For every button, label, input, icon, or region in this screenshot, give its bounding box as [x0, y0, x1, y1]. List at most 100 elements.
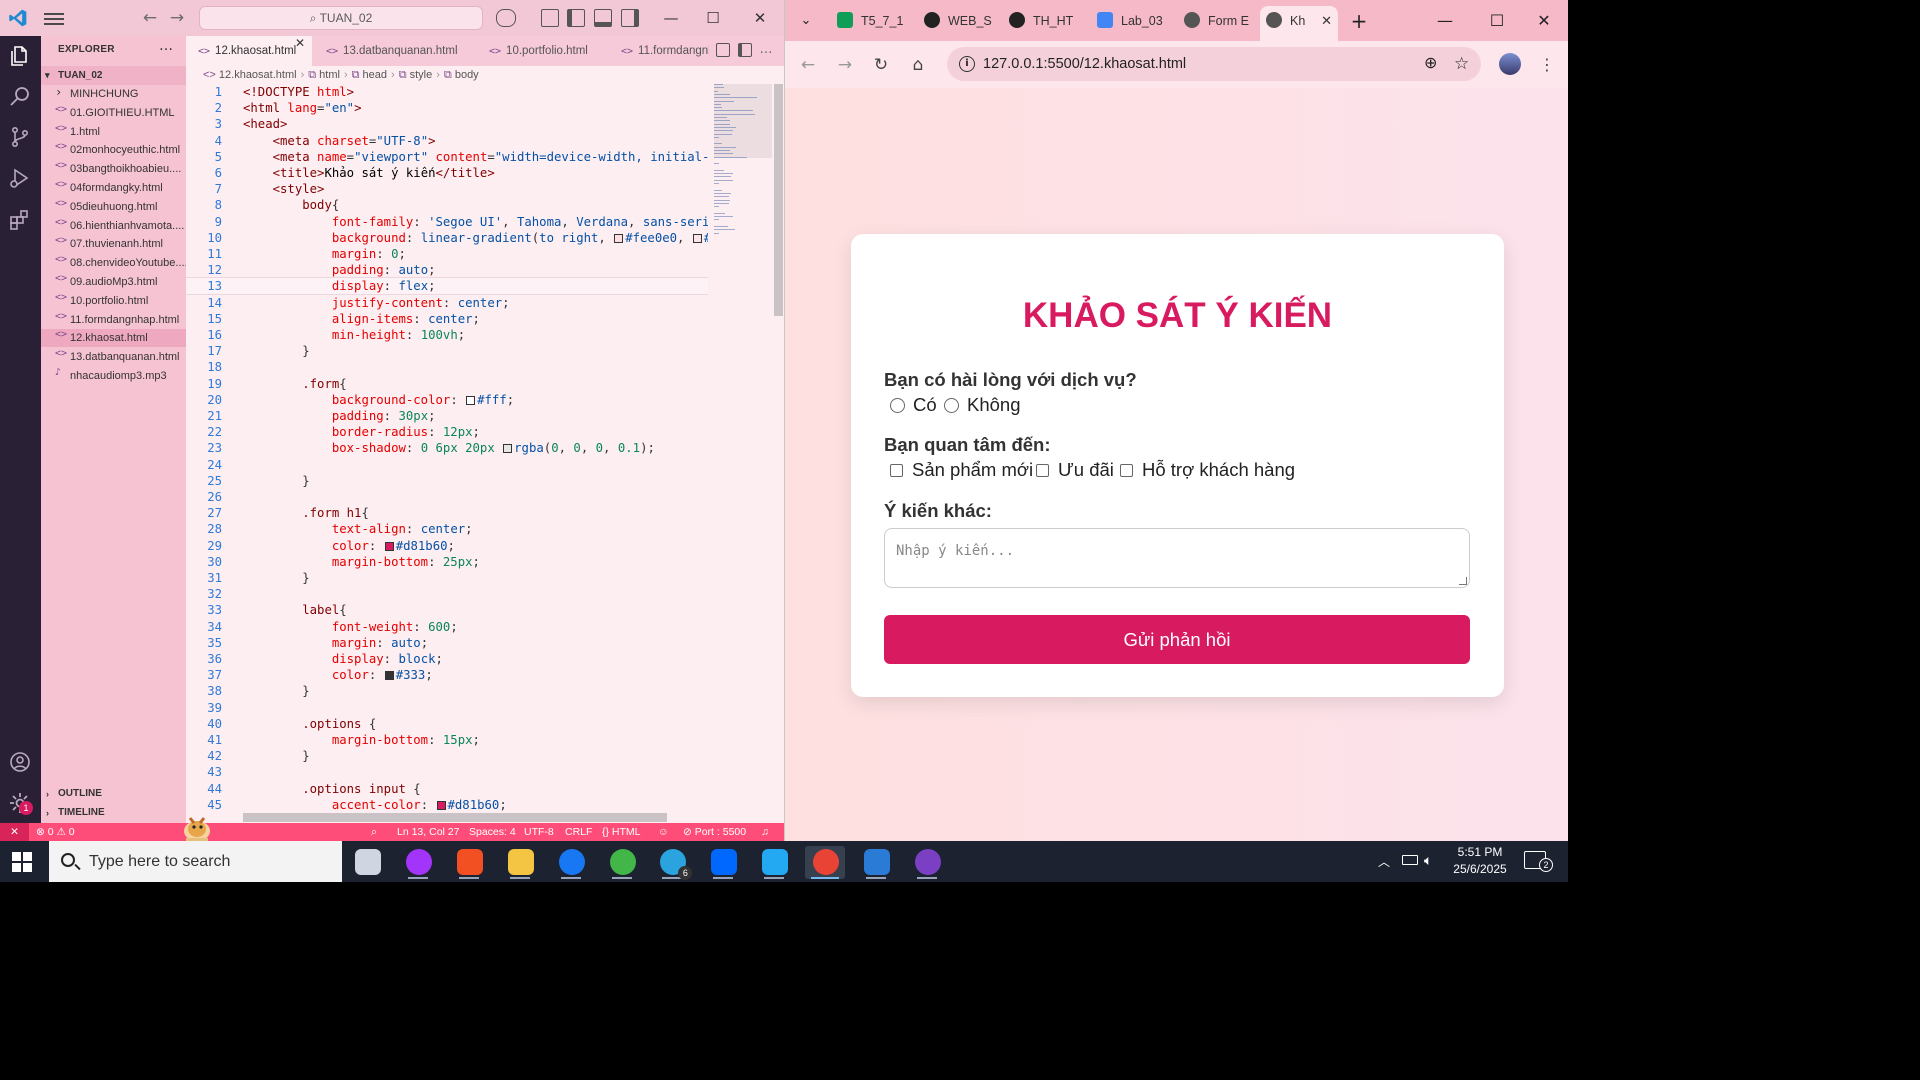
cursor-position[interactable]: Ln 13, Col 27	[397, 823, 459, 841]
source-control-icon[interactable]	[8, 125, 32, 149]
tab-close-icon[interactable]: ✕	[295, 36, 305, 50]
code-line[interactable]: 24	[186, 457, 708, 473]
copilot-icon[interactable]	[496, 9, 516, 27]
color-swatch-icon[interactable]	[436, 800, 446, 810]
vertical-scrollbar[interactable]	[774, 84, 783, 316]
color-swatch-icon[interactable]	[384, 541, 394, 551]
code-line[interactable]: 15 align-items: center;	[186, 311, 708, 327]
code-line[interactable]: 37 color: #333;	[186, 667, 708, 683]
code-line[interactable]: 31 }	[186, 570, 708, 586]
checkbox-box[interactable]	[1120, 464, 1133, 477]
facebook-taskbar-button[interactable]	[551, 846, 591, 879]
maximize-icon[interactable]: ☐	[701, 6, 725, 30]
code-line[interactable]: 32	[186, 586, 708, 602]
battery-icon[interactable]	[1402, 855, 1418, 865]
taskbar-search[interactable]: Type here to search	[49, 841, 342, 882]
site-info-icon[interactable]: i	[959, 56, 975, 72]
minimize-icon[interactable]: —	[659, 6, 683, 30]
editor-more-icon[interactable]: …	[757, 40, 775, 60]
code-line[interactable]: 6 <title>Khảo sát ý kiến</title>	[186, 165, 708, 181]
code-line[interactable]: 30 margin-bottom: 25px;	[186, 554, 708, 570]
code-line[interactable]: 33 label{	[186, 602, 708, 618]
address-bar[interactable]: i 127.0.0.1:5500/12.khaosat.html ⊕ ☆	[947, 47, 1481, 81]
zoom-icon[interactable]: ⌕	[371, 823, 377, 841]
file-item[interactable]: ♪ nhacaudiomp3.mp3	[41, 367, 186, 385]
browser-tab[interactable]: Form E	[1178, 8, 1258, 34]
file-item[interactable]: <> 06.hienthianhvamota....	[41, 217, 186, 235]
workspace-folder[interactable]: ▾ TUAN_02	[41, 66, 186, 85]
github-desktop-taskbar-button[interactable]	[907, 846, 947, 879]
toggle-panel-icon[interactable]	[594, 9, 612, 27]
new-tab-icon[interactable]: +	[1346, 8, 1372, 34]
file-item[interactable]: <> 05dieuhuong.html	[41, 198, 186, 216]
breadcrumb-item[interactable]: body	[455, 69, 479, 81]
more-menu-icon[interactable]: ⋮	[1535, 53, 1559, 77]
code-line[interactable]: 26	[186, 489, 708, 505]
volume-icon[interactable]: 🔈︎	[1424, 852, 1432, 869]
code-line[interactable]: 28 text-align: center;	[186, 521, 708, 537]
command-center-search[interactable]: ⌕ TUAN_02	[199, 6, 483, 30]
breadcrumb-item[interactable]: head	[363, 69, 387, 81]
file-item[interactable]: <> 02monhocyeuthic.html	[41, 141, 186, 159]
menu-icon[interactable]	[44, 10, 64, 26]
tab-12-khaosat[interactable]: <> 12.khaosat.html ✕	[186, 36, 312, 66]
forward-arrow-icon[interactable]: →	[833, 53, 857, 77]
code-line[interactable]: 43	[186, 764, 708, 780]
profile-avatar[interactable]	[1499, 53, 1521, 75]
file-item[interactable]: <> 07.thuvienanh.html	[41, 235, 186, 253]
feedback-textarea[interactable]: Nhập ý kiến...	[884, 528, 1470, 588]
code-line[interactable]: 23 box-shadow: 0 6px 20px rgba(0, 0, 0, …	[186, 440, 708, 456]
submit-button[interactable]: Gửi phản hồi	[884, 615, 1470, 664]
close-icon[interactable]: ✕	[748, 6, 772, 30]
code-line[interactable]: 39	[186, 700, 708, 716]
back-arrow-icon[interactable]: ←	[796, 53, 820, 77]
code-line[interactable]: 12 padding: auto;	[186, 262, 708, 278]
code-line[interactable]: 38 }	[186, 683, 708, 699]
file-item[interactable]: <> 10.portfolio.html	[41, 292, 186, 310]
color-swatch-icon[interactable]	[503, 444, 513, 454]
code-line[interactable]: 5 <meta name="viewport" content="width=d…	[186, 149, 708, 165]
file-explorer-taskbar-button[interactable]	[500, 846, 540, 879]
remote-indicator-icon[interactable]: ✕	[0, 823, 29, 841]
toggle-secondary-sidebar-icon[interactable]	[621, 9, 639, 27]
task-view-taskbar-button[interactable]	[347, 846, 387, 879]
code-line[interactable]: 29 color: #d81b60;	[186, 538, 708, 554]
bookmark-star-icon[interactable]: ☆	[1454, 47, 1469, 81]
code-line[interactable]: 42 }	[186, 748, 708, 764]
file-item[interactable]: <> 01.GIOITHIEU.HTML	[41, 104, 186, 122]
indentation[interactable]: Spaces: 4	[469, 823, 516, 841]
radio-yes[interactable]: Có	[890, 394, 937, 416]
account-icon[interactable]	[8, 750, 32, 774]
code-line[interactable]: 8 body{	[186, 197, 708, 213]
clock[interactable]: 5:51 PM 25/6/2025	[1448, 844, 1512, 878]
encoding[interactable]: UTF-8	[524, 823, 554, 841]
file-item[interactable]: <> 13.datbanquanan.html	[41, 348, 186, 366]
back-arrow-icon[interactable]: ←	[141, 8, 159, 28]
code-line[interactable]: 36 display: block;	[186, 651, 708, 667]
code-line[interactable]: 22 border-radius: 12px;	[186, 424, 708, 440]
file-item[interactable]: <> 03bangthoikhoabieu....	[41, 160, 186, 178]
radio-circle[interactable]	[890, 398, 905, 413]
resize-handle-icon[interactable]	[1459, 577, 1467, 585]
run-debug-icon[interactable]	[8, 166, 32, 190]
outline-section[interactable]: › OUTLINE	[41, 785, 186, 803]
breadcrumb-item[interactable]: 12.khaosat.html	[219, 69, 297, 81]
color-swatch-icon[interactable]	[466, 395, 476, 405]
timeline-section[interactable]: › TIMELINE	[41, 804, 186, 822]
split-editor-icon[interactable]	[738, 43, 752, 57]
code-line[interactable]: 10 background: linear-gradient(to right,…	[186, 230, 708, 246]
tab-13-datbanquanan[interactable]: <> 13.datbanquanan.html	[314, 36, 462, 66]
more-actions-icon[interactable]: …	[159, 38, 173, 54]
color-swatch-icon[interactable]	[384, 671, 394, 681]
breadcrumb-item[interactable]: style	[410, 69, 433, 81]
code-line[interactable]: 4 <meta charset="UTF-8">	[186, 133, 708, 149]
minimize-icon[interactable]: —	[1432, 8, 1458, 34]
code-line[interactable]: 35 margin: auto;	[186, 635, 708, 651]
checkbox-new-products[interactable]: Sản phẩm mới	[890, 459, 1033, 481]
radio-no[interactable]: Không	[944, 394, 1021, 416]
file-item[interactable]: <> 04formdangky.html	[41, 179, 186, 197]
horizontal-scrollbar[interactable]	[243, 813, 667, 822]
file-item[interactable]: › MINHCHUNG	[41, 85, 186, 103]
file-item[interactable]: <> 12.khaosat.html	[41, 329, 186, 348]
code-line[interactable]: 14 justify-content: center;	[186, 295, 708, 311]
